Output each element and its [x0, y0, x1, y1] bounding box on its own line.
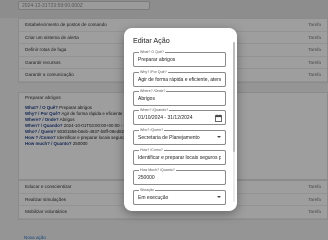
field-value: Preparar abrigos	[138, 57, 176, 63]
field-label: Situação	[139, 188, 155, 192]
field-label: Why? /Por Quê?	[139, 70, 168, 74]
dialog-scrollbar[interactable]	[233, 42, 235, 202]
field-label: Who? /Quem?	[139, 128, 165, 132]
field-value: Abrigos	[138, 96, 155, 102]
why-field[interactable]: Why? /Por Quê? Agir de forma rápida e ef…	[133, 70, 226, 87]
field-label: When? /Quando?	[139, 108, 170, 112]
field-value: Secretaria de Planejamento	[138, 135, 200, 141]
field-value: Agir de forma rápida e eficiente, atende…	[138, 77, 221, 83]
chevron-down-icon	[217, 136, 221, 138]
status-select[interactable]: Situação Em execução	[133, 188, 226, 205]
field-label: Where? /Onde?	[139, 89, 167, 93]
field-value: Identificar e preparar locais seguros pa…	[138, 155, 221, 161]
field-value: 250000	[138, 175, 155, 181]
field-value: 01/10/2024 - 31/12/2024	[138, 115, 193, 121]
field-label: How? /Como?	[139, 148, 164, 152]
what-field[interactable]: What? O Quê? Preparar abrigos	[133, 50, 226, 67]
where-field[interactable]: Where? /Onde? Abrigos	[133, 89, 226, 106]
how-field[interactable]: How? /Como? Identificar e preparar locai…	[133, 148, 226, 165]
edit-action-dialog: Editar Ação What? O Quê? Preparar abrigo…	[124, 28, 237, 211]
field-value: Em execução	[138, 195, 169, 201]
chevron-down-icon	[217, 196, 221, 198]
who-select[interactable]: Who? /Quem? Secretaria de Planejamento	[133, 128, 226, 145]
calendar-icon[interactable]	[215, 114, 222, 122]
how-much-field[interactable]: How Much? /Quanto? 250000	[133, 168, 226, 185]
dialog-title: Editar Ação	[133, 36, 170, 45]
field-label: How Much? /Quanto?	[139, 168, 176, 172]
scrollbar-thumb[interactable]	[233, 42, 235, 152]
when-date-range-field[interactable]: When? /Quando? 01/10/2024 - 31/12/2024	[133, 108, 226, 125]
field-label: What? O Quê?	[139, 50, 165, 54]
